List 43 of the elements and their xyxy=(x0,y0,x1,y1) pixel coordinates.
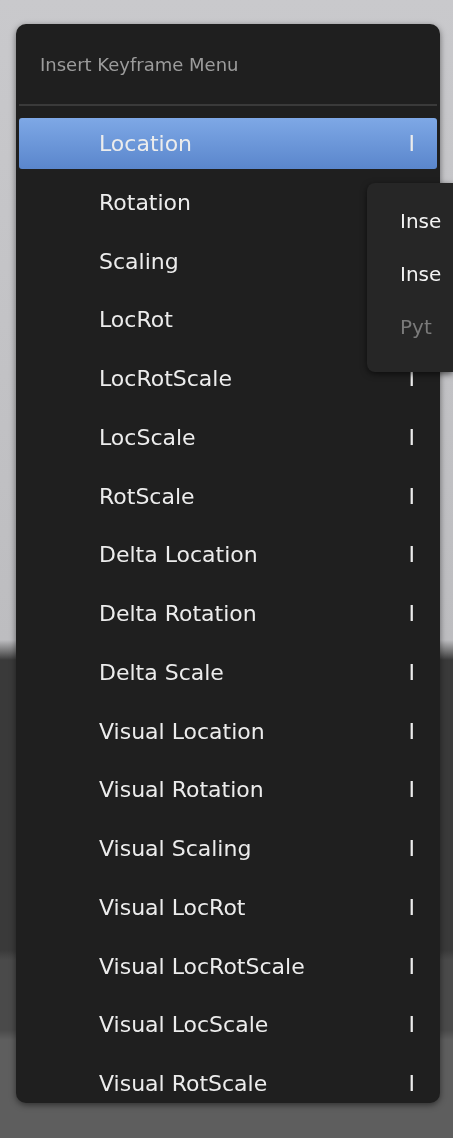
shortcut-key: I xyxy=(408,894,415,920)
menu-item-label: Visual LocRotScale xyxy=(99,953,305,979)
shortcut-key: I xyxy=(408,483,415,509)
menu-item-label: Visual Rotation xyxy=(99,777,264,803)
shortcut-key: I xyxy=(408,424,415,450)
menu-item[interactable]: LocScale I xyxy=(19,411,437,463)
shortcut-key: I xyxy=(408,542,415,568)
menu-item[interactable]: Visual LocScale I xyxy=(19,999,437,1051)
menu-item[interactable]: Delta Rotation I xyxy=(19,588,437,639)
shortcut-key: I xyxy=(408,1012,415,1038)
tooltip-text: Inse xyxy=(400,262,443,286)
menu-item-label: LocScale xyxy=(99,424,196,450)
shortcut-key: I xyxy=(408,1071,415,1096)
shortcut-key: I xyxy=(408,131,415,156)
menu-item-label: Delta Rotation xyxy=(99,601,257,626)
menu-item-label: Visual LocScale xyxy=(99,1012,269,1038)
menu-item-label: Visual RotScale xyxy=(99,1071,268,1096)
tooltip-text: Pyt xyxy=(400,315,433,339)
menu-item[interactable]: Delta Scale I xyxy=(19,646,437,698)
menu-item[interactable]: RotScale I xyxy=(19,470,437,522)
shortcut-key: I xyxy=(408,777,415,803)
menu-item-label: Delta Scale xyxy=(99,659,224,685)
menu-item-label: Location xyxy=(99,131,193,156)
menu-item[interactable]: Visual Rotation I xyxy=(19,764,437,816)
shortcut-key: I xyxy=(408,601,415,626)
menu-item[interactable]: Visual RotScale I xyxy=(19,1058,437,1109)
shortcut-key: I xyxy=(408,953,415,979)
menu-item-label: Visual Scaling xyxy=(99,836,252,861)
tooltip-text: Inse xyxy=(400,209,443,233)
menu-item-label: LocRotScale xyxy=(99,366,232,391)
menu-item-label: Delta Location xyxy=(99,542,258,568)
menu-item[interactable]: Visual LocRot I xyxy=(19,881,437,933)
menu-item[interactable]: Delta Location I xyxy=(19,529,437,581)
menu-item[interactable]: Visual Scaling I xyxy=(19,823,437,874)
menu-title: Insert Keyframe Menu xyxy=(40,53,239,75)
menu-item-label: RotScale xyxy=(99,483,195,509)
menu-item[interactable]: Visual LocRotScale I xyxy=(19,940,437,992)
shortcut-key: I xyxy=(408,659,415,685)
menu-item[interactable]: Visual Location I xyxy=(19,705,437,757)
shortcut-key: I xyxy=(408,836,415,861)
menu-item-label: Visual LocRot xyxy=(99,894,246,920)
shortcut-key: I xyxy=(408,718,415,744)
menu-item-label: Visual Location xyxy=(99,718,265,744)
